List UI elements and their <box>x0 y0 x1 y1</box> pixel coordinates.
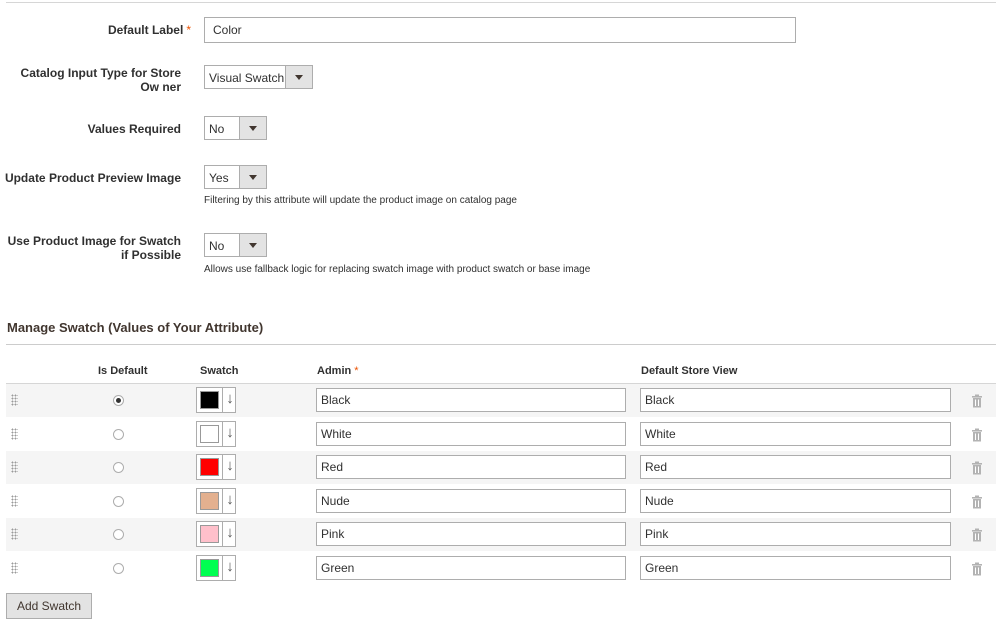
trash-icon[interactable] <box>970 495 984 509</box>
trash-icon[interactable] <box>970 562 984 576</box>
manage-swatch-title: Manage Swatch (Values of Your Attribute) <box>7 320 264 335</box>
trash-icon[interactable] <box>970 461 984 475</box>
col-is-default: Is Default <box>98 365 148 377</box>
is-default-radio[interactable] <box>113 462 124 474</box>
caret-down-icon <box>295 75 303 80</box>
drag-handle-icon[interactable] <box>11 494 18 507</box>
trash-icon[interactable] <box>970 428 984 442</box>
swatch-color[interactable] <box>200 491 219 510</box>
is-default-radio[interactable] <box>113 428 124 440</box>
arrow-down-icon[interactable]: ↓ <box>222 522 237 547</box>
caret-down-icon <box>249 175 257 180</box>
trash-icon[interactable] <box>970 528 984 542</box>
table-row: ↓ <box>6 552 996 585</box>
swatch-picker[interactable]: ↓ <box>196 454 237 481</box>
drag-handle-icon[interactable] <box>11 461 18 474</box>
select-value: No <box>209 239 225 253</box>
select-toggle[interactable] <box>239 117 266 139</box>
admin-value-input[interactable] <box>316 455 626 480</box>
use-product-image-select[interactable]: No <box>204 233 267 257</box>
arrow-down-icon[interactable]: ↓ <box>222 388 237 412</box>
store-view-value-input[interactable] <box>640 488 951 513</box>
col-swatch: Swatch <box>200 365 239 377</box>
table-row: ↓ <box>6 418 996 451</box>
swatch-picker[interactable]: ↓ <box>196 487 237 514</box>
col-store-view: Default Store View <box>641 365 738 377</box>
store-view-value-input[interactable] <box>640 421 951 446</box>
swatch-picker[interactable]: ↓ <box>196 521 237 548</box>
default-label-input[interactable] <box>204 17 796 43</box>
admin-value-input[interactable] <box>316 522 626 547</box>
select-toggle[interactable] <box>239 234 266 256</box>
catalog-input-type-select[interactable]: Visual Swatch <box>204 65 313 89</box>
is-default-radio[interactable] <box>113 563 124 574</box>
swatch-picker[interactable]: ↓ <box>196 387 236 413</box>
update-preview-select[interactable]: Yes <box>204 165 267 189</box>
select-value: Visual Swatch <box>209 71 285 85</box>
caret-down-icon <box>249 243 257 248</box>
is-default-radio[interactable] <box>113 495 124 507</box>
swatch-color[interactable] <box>200 525 219 544</box>
swatch-color[interactable] <box>200 559 219 577</box>
store-view-value-input[interactable] <box>640 455 951 480</box>
arrow-down-icon[interactable]: ↓ <box>222 421 237 446</box>
use-product-image-label: Use Product Image for Swatch if Possible <box>7 234 181 262</box>
swatch-color[interactable] <box>200 458 219 477</box>
arrow-down-icon[interactable]: ↓ <box>222 488 237 513</box>
admin-value-input[interactable] <box>316 488 626 513</box>
section-divider <box>6 344 996 345</box>
swatch-color[interactable] <box>200 424 219 443</box>
select-toggle[interactable] <box>239 166 266 188</box>
table-row: ↓ <box>6 485 996 518</box>
trash-icon[interactable] <box>970 394 984 408</box>
swatch-color[interactable] <box>200 391 219 409</box>
table-row: ↓ <box>6 384 996 417</box>
drag-handle-icon[interactable] <box>11 394 18 406</box>
store-view-value-input[interactable] <box>640 522 951 547</box>
drag-handle-icon[interactable] <box>11 562 18 574</box>
col-admin: Admin * <box>317 365 359 377</box>
swatch-picker[interactable]: ↓ <box>196 555 236 581</box>
admin-value-input[interactable] <box>316 388 626 412</box>
table-row: ↓ <box>6 518 996 552</box>
drag-handle-icon[interactable] <box>11 427 18 440</box>
store-view-value-input[interactable] <box>640 388 951 412</box>
drag-handle-icon[interactable] <box>11 528 18 541</box>
use-product-image-note: Allows use fallback logic for replacing … <box>204 264 591 275</box>
add-swatch-button[interactable]: Add Swatch <box>6 593 92 619</box>
admin-value-input[interactable] <box>316 556 626 580</box>
table-row: ↓ <box>6 451 996 485</box>
select-toggle[interactable] <box>285 66 312 88</box>
update-preview-note: Filtering by this attribute will update … <box>204 195 517 206</box>
values-required-select[interactable]: No <box>204 116 267 140</box>
caret-down-icon <box>249 126 257 131</box>
select-value: Yes <box>209 171 229 185</box>
store-view-value-input[interactable] <box>640 556 951 580</box>
update-preview-label: Update Product Preview Image <box>4 171 181 185</box>
is-default-radio[interactable] <box>113 529 124 541</box>
is-default-radio[interactable] <box>113 395 124 406</box>
top-divider <box>6 2 996 3</box>
arrow-down-icon[interactable]: ↓ <box>222 455 237 480</box>
required-mark: * <box>354 365 359 377</box>
arrow-down-icon[interactable]: ↓ <box>222 556 237 580</box>
default-label-label: Default Label * <box>107 23 191 37</box>
values-required-label: Values Required <box>87 122 181 136</box>
required-mark: * <box>186 23 191 37</box>
admin-value-input[interactable] <box>316 421 626 446</box>
select-value: No <box>209 122 225 136</box>
swatch-picker[interactable]: ↓ <box>196 420 237 447</box>
catalog-input-type-label: Catalog Input Type for Store Ow ner <box>20 66 181 94</box>
